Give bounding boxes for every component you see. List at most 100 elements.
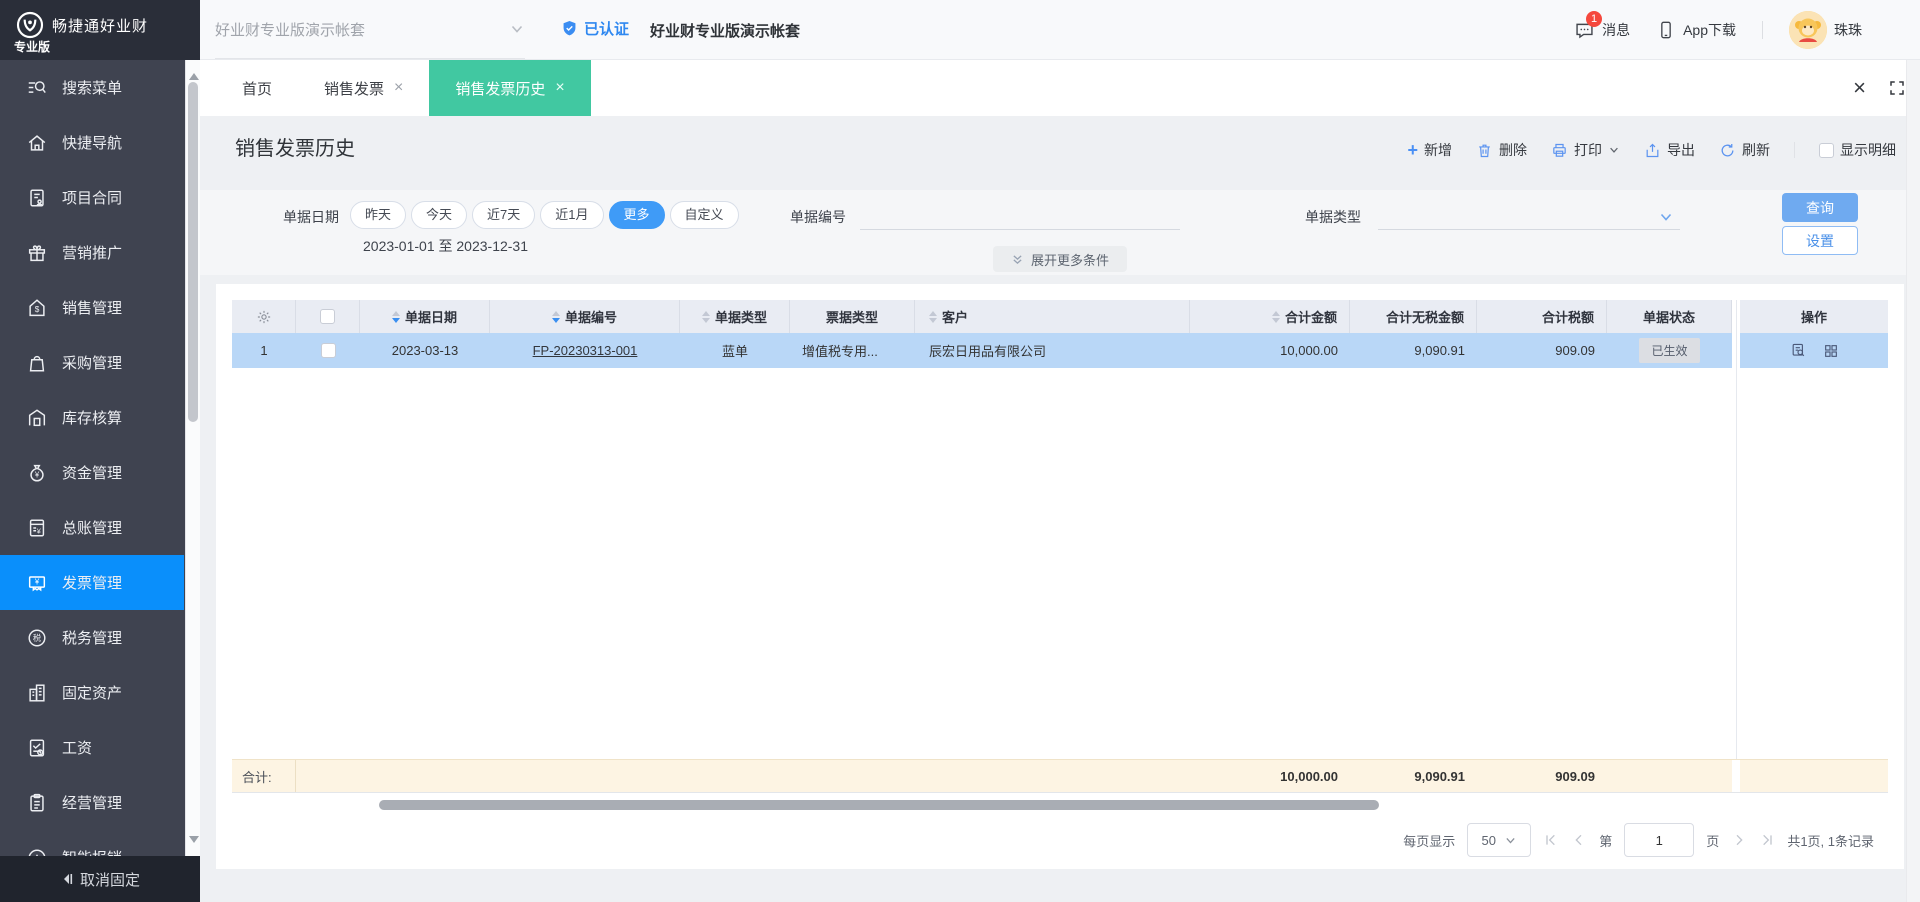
doc-no-input[interactable] bbox=[860, 198, 1180, 230]
sidebar-scrollbar-thumb[interactable] bbox=[188, 82, 198, 422]
unpin-sidebar-button[interactable]: 取消固定 bbox=[0, 856, 200, 902]
sort-down-icon[interactable] bbox=[551, 317, 560, 323]
sidebar-item-marketing[interactable]: 营销推广 bbox=[0, 225, 184, 280]
horizontal-scrollbar-thumb[interactable] bbox=[379, 800, 1379, 810]
sort-icons[interactable] bbox=[701, 310, 710, 323]
print-button[interactable]: 打印 bbox=[1551, 140, 1620, 160]
messages-button[interactable]: 消息 1 bbox=[1574, 10, 1630, 41]
page-prefix: 第 bbox=[1599, 833, 1613, 849]
column-header-doc-no[interactable]: 单据编号 bbox=[490, 300, 680, 333]
column-header-doc-date[interactable]: 单据日期 bbox=[360, 300, 490, 333]
select-all-checkbox[interactable] bbox=[320, 309, 335, 324]
date-range-value[interactable]: 2023-01-01 至 2023-12-31 bbox=[363, 236, 528, 256]
show-detail-toggle[interactable]: 显示明细 bbox=[1819, 140, 1896, 160]
tab-close-icon[interactable]: × bbox=[555, 79, 564, 97]
sidebar-item-salary[interactable]: 工资 bbox=[0, 720, 184, 775]
account-selector[interactable]: 好业财专业版演示帐套 bbox=[215, 0, 525, 59]
sort-down-icon[interactable] bbox=[701, 317, 710, 323]
fullscreen-icon[interactable] bbox=[1888, 79, 1906, 97]
app-download-button[interactable]: App下载 bbox=[1656, 20, 1736, 40]
sidebar-item-tax[interactable]: 税 税务管理 bbox=[0, 610, 184, 665]
column-header-customer[interactable]: 客户 bbox=[915, 300, 1190, 333]
refresh-button[interactable]: 刷新 bbox=[1719, 140, 1770, 160]
main-scrollbar-track[interactable] bbox=[1906, 60, 1920, 902]
scroll-down-arrow-icon[interactable] bbox=[189, 836, 199, 848]
linked-docs-icon[interactable] bbox=[1790, 342, 1807, 359]
tab-close-icon[interactable]: × bbox=[394, 79, 403, 97]
next-page-icon[interactable] bbox=[1731, 832, 1747, 848]
row-checkbox[interactable] bbox=[320, 343, 336, 358]
last-page-icon[interactable] bbox=[1759, 832, 1775, 848]
close-page-icon[interactable]: × bbox=[1853, 77, 1866, 99]
sort-down-icon[interactable] bbox=[1271, 317, 1280, 323]
sidebar-item-funds[interactable]: ¥ 资金管理 bbox=[0, 445, 184, 500]
sort-up-icon[interactable] bbox=[701, 310, 710, 316]
sidebar-item-sales[interactable]: $ 销售管理 bbox=[0, 280, 184, 335]
sidebar-item-operations[interactable]: 经营管理 bbox=[0, 775, 184, 830]
date-pill-last7days[interactable]: 近7天 bbox=[472, 201, 536, 229]
tab-bar: 首页 销售发票 × 销售发票历史 × × bbox=[200, 60, 1920, 116]
page-size-select[interactable]: 50 bbox=[1467, 823, 1532, 857]
column-header-status[interactable]: 单据状态 bbox=[1607, 300, 1732, 333]
smartphone-icon bbox=[1661, 21, 1671, 39]
sort-icons[interactable] bbox=[1271, 310, 1280, 323]
sidebar-item-search-menu[interactable]: 搜索菜单 bbox=[0, 60, 184, 115]
sidebar-item-fixed-assets[interactable]: 固定资产 bbox=[0, 665, 184, 720]
totals-total-amount: 10,000.00 bbox=[1280, 768, 1338, 784]
sidebar-item-general-ledger[interactable]: ¥ 总账管理 bbox=[0, 500, 184, 555]
tab-home[interactable]: 首页 bbox=[216, 60, 298, 116]
sort-up-icon[interactable] bbox=[391, 310, 400, 316]
date-pill-today[interactable]: 今天 bbox=[411, 201, 468, 229]
first-page-icon[interactable] bbox=[1543, 832, 1559, 848]
user-profile[interactable]: 珠珠 bbox=[1789, 11, 1862, 49]
export-button[interactable]: 导出 bbox=[1644, 140, 1695, 160]
sort-icons[interactable] bbox=[929, 310, 937, 323]
related-apps-grid-icon[interactable] bbox=[1823, 343, 1839, 359]
delete-button[interactable]: 删除 bbox=[1476, 140, 1527, 160]
scroll-up-arrow-icon[interactable] bbox=[189, 68, 199, 80]
table-header-row: 单据日期 单据编号 单据类型 票据类型 客户 合计金额 合计无税金额 合计税额 … bbox=[232, 300, 1888, 333]
sort-icons[interactable] bbox=[551, 310, 560, 323]
sort-up-icon[interactable] bbox=[929, 310, 937, 316]
monkey-avatar-icon bbox=[1789, 11, 1827, 49]
date-pill-more[interactable]: 更多 bbox=[608, 201, 665, 229]
date-pill-yesterday[interactable]: 昨天 bbox=[350, 201, 407, 229]
column-header-amount-excl-tax[interactable]: 合计无税金额 bbox=[1350, 300, 1477, 333]
doc-type-select[interactable] bbox=[1378, 198, 1680, 230]
sidebar-item-label: 销售管理 bbox=[62, 300, 123, 317]
column-header-invoice-type[interactable]: 票据类型 bbox=[790, 300, 915, 333]
sort-up-icon[interactable] bbox=[1271, 310, 1280, 316]
sort-down-icon[interactable] bbox=[391, 317, 400, 323]
date-pill-custom[interactable]: 自定义 bbox=[669, 201, 739, 229]
sort-up-icon[interactable] bbox=[551, 310, 560, 316]
settings-button[interactable]: 设置 bbox=[1782, 226, 1858, 255]
column-settings-button[interactable] bbox=[232, 300, 296, 333]
page-number-input[interactable] bbox=[1624, 823, 1695, 857]
sidebar-item-quick-nav[interactable]: 快捷导航 bbox=[0, 115, 184, 170]
doc-no-link[interactable]: FP-20230313-001 bbox=[533, 343, 638, 358]
column-header-total-amount[interactable]: 合计金额 bbox=[1190, 300, 1350, 333]
add-button[interactable]: + 新增 bbox=[1407, 140, 1452, 160]
sort-icons[interactable] bbox=[391, 310, 400, 323]
totals-row: 合计: 10,000.00 9,090.91 909.09 bbox=[232, 759, 1888, 793]
sidebar-item-inventory[interactable]: 库存核算 bbox=[0, 390, 184, 445]
horizontal-scrollbar[interactable] bbox=[232, 800, 1748, 810]
sidebar-item-project-contract[interactable]: 项目合同 bbox=[0, 170, 184, 225]
prev-page-icon[interactable] bbox=[1571, 832, 1587, 848]
date-pill-last-month[interactable]: 近1月 bbox=[540, 201, 604, 229]
row-checkbox-cell[interactable] bbox=[296, 333, 360, 368]
expand-more-conditions-button[interactable]: 展开更多条件 bbox=[992, 246, 1128, 272]
column-header-actions[interactable]: 操作 bbox=[1740, 300, 1888, 333]
tab-sales-invoice-history[interactable]: 销售发票历史 × bbox=[429, 60, 591, 116]
sort-down-icon[interactable] bbox=[929, 317, 937, 323]
sidebar-item-invoice[interactable]: ¥ 发票管理 bbox=[0, 555, 184, 610]
query-button[interactable]: 查询 bbox=[1782, 193, 1858, 222]
select-all-checkbox-cell[interactable] bbox=[296, 300, 360, 333]
sidebar-scrollbar[interactable] bbox=[185, 60, 200, 856]
show-detail-checkbox[interactable] bbox=[1819, 142, 1834, 158]
tab-sales-invoice[interactable]: 销售发票 × bbox=[298, 60, 429, 116]
column-header-doc-type[interactable]: 单据类型 bbox=[680, 300, 790, 333]
column-header-tax-amount[interactable]: 合计税额 bbox=[1477, 300, 1607, 333]
table-row[interactable]: 1 2023-03-13 FP-20230313-001 蓝单 增值税专用...… bbox=[232, 333, 1888, 368]
sidebar-item-purchase[interactable]: 采购管理 bbox=[0, 335, 184, 390]
